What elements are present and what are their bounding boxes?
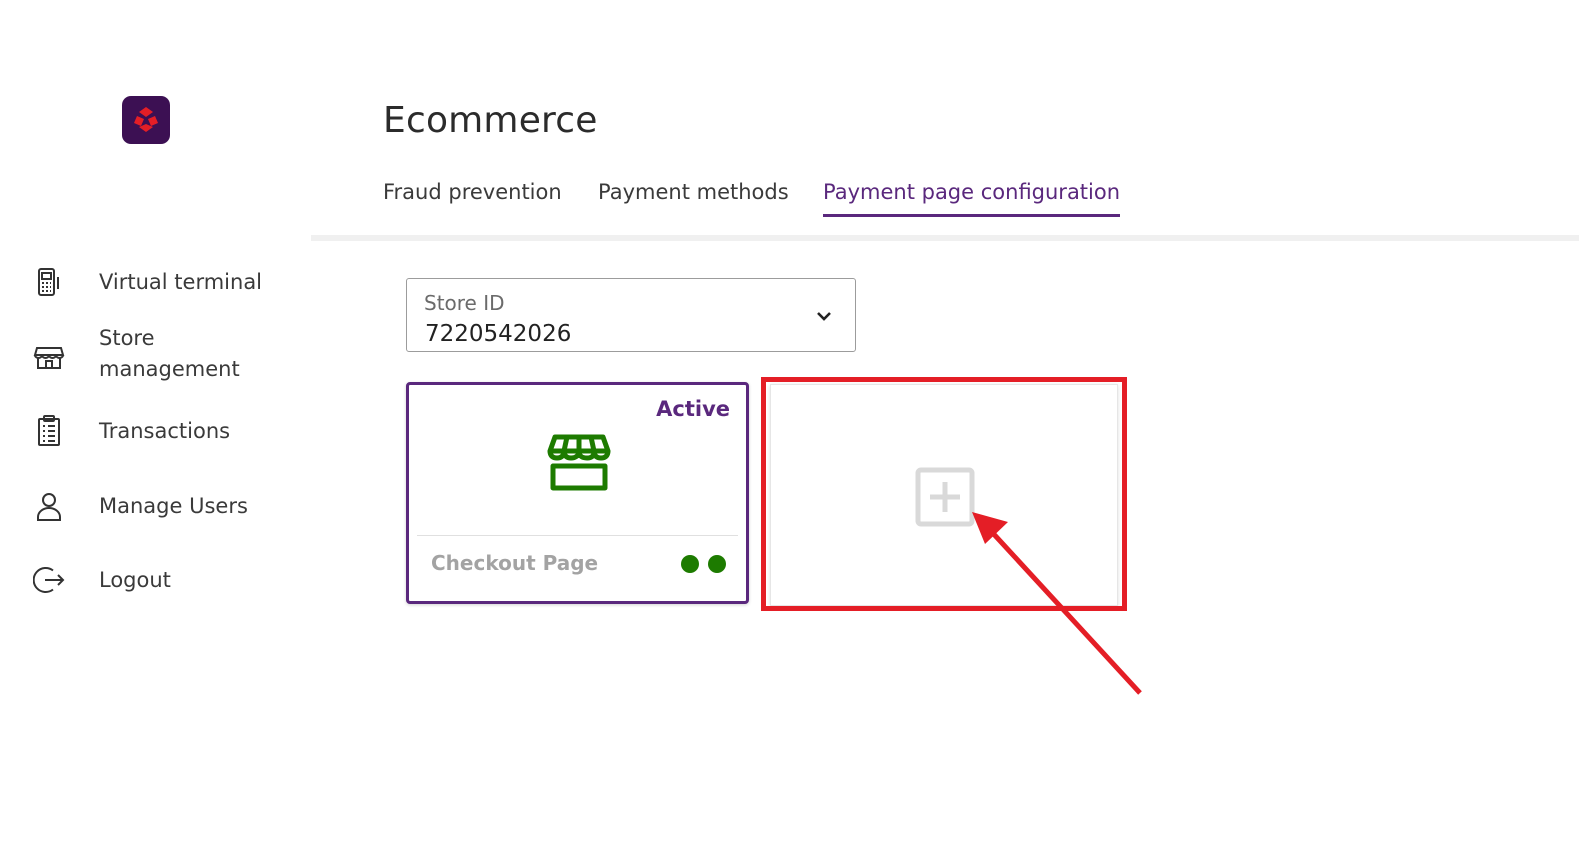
sidebar-item-store-management[interactable]: Store management — [32, 326, 240, 381]
tab-payment-page-configuration[interactable]: Payment page configuration — [823, 180, 1121, 217]
sidebar-item-label: Manage Users — [99, 493, 248, 518]
card-divider — [417, 535, 738, 536]
store-icon — [32, 340, 66, 374]
add-square-icon — [915, 467, 975, 531]
storefront-icon — [547, 433, 611, 497]
status-dot — [708, 555, 726, 573]
payment-page-card[interactable]: Active Checkout Page — [406, 382, 749, 604]
chevron-down-icon — [815, 307, 833, 326]
clipboard-list-icon — [32, 414, 66, 448]
store-id-value: 7220542026 — [425, 321, 572, 347]
card-title: Checkout Page — [431, 551, 599, 575]
status-dots — [681, 555, 726, 573]
sidebar-item-manage-users[interactable]: Manage Users — [32, 489, 248, 523]
logout-icon — [32, 563, 66, 597]
store-id-select[interactable]: Store ID 7220542026 — [406, 278, 856, 352]
sidebar-item-label: Virtual terminal — [99, 269, 263, 294]
page-title: Ecommerce — [383, 100, 598, 141]
user-icon — [32, 489, 66, 523]
store-id-label: Store ID — [424, 291, 505, 315]
sidebar-item-logout[interactable]: Logout — [32, 563, 171, 597]
status-badge: Active — [656, 397, 730, 421]
tabs-divider — [311, 235, 1579, 241]
sidebar-item-label: Store management — [99, 326, 240, 381]
status-dot — [681, 555, 699, 573]
tab-payment-methods[interactable]: Payment methods — [598, 180, 789, 214]
sidebar-item-label: Transactions — [99, 418, 231, 443]
sidebar-item-virtual-terminal[interactable]: Virtual terminal — [32, 265, 262, 299]
sidebar-item-transactions[interactable]: Transactions — [32, 414, 230, 448]
tab-fraud-prevention[interactable]: Fraud prevention — [383, 180, 562, 214]
card-terminal-icon — [32, 265, 66, 299]
add-payment-page-card[interactable] — [770, 384, 1118, 606]
sidebar-item-label: Logout — [99, 567, 171, 592]
sidebar: Virtual terminal Store management Transa… — [0, 0, 310, 844]
